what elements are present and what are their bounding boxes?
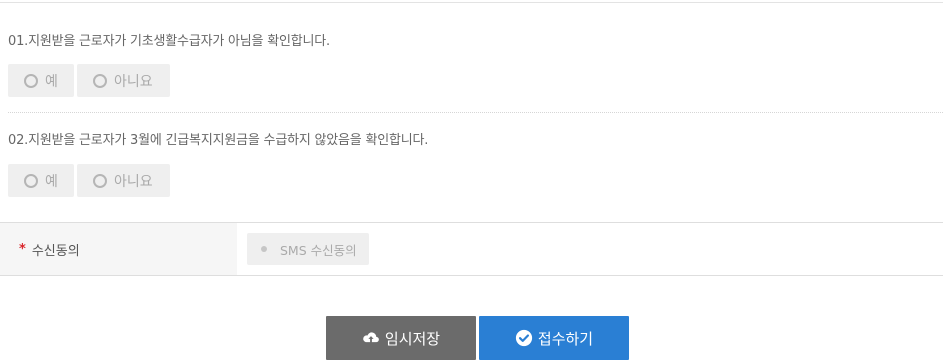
- q2-no-label: 아니요: [114, 173, 153, 190]
- question-2-text: 02.지원받을 근로자가 3월에 긴급복지지원금을 수급하지 않았음을 확인합니…: [8, 133, 429, 148]
- radio-circle-icon: [24, 73, 38, 88]
- q2-yes-label: 예: [45, 173, 58, 190]
- sms-consent-checkbox[interactable]: SMS 수신동의: [247, 233, 369, 265]
- temp-save-label: 임시저장: [384, 329, 441, 348]
- consent-label-cell: * 수신동의: [0, 223, 237, 275]
- question-1-text: 01.지원받을 근로자가 기초생활수급자가 아님을 확인합니다.: [8, 34, 330, 49]
- q1-yes-radio[interactable]: 예: [8, 64, 74, 97]
- cloud-upload-icon: [363, 332, 379, 343]
- submit-label: 접수하기: [537, 329, 594, 348]
- question-divider: [8, 112, 943, 113]
- sms-consent-label: SMS 수신동의: [280, 242, 357, 258]
- q2-no-radio[interactable]: 아니요: [77, 164, 170, 197]
- q1-no-radio[interactable]: 아니요: [77, 64, 170, 97]
- consent-row: * 수신동의 SMS 수신동의: [0, 222, 943, 276]
- radio-circle-icon: [24, 173, 38, 188]
- consent-label: 수신동의: [31, 243, 80, 259]
- top-divider: [0, 2, 943, 3]
- q1-yes-label: 예: [45, 73, 58, 90]
- q1-no-label: 아니요: [114, 73, 153, 90]
- required-mark: *: [19, 241, 26, 257]
- radio-circle-icon: [93, 173, 107, 188]
- temp-save-button[interactable]: 임시저장: [326, 316, 476, 360]
- check-circle-icon: [515, 329, 532, 347]
- submit-button[interactable]: 접수하기: [479, 316, 629, 360]
- q2-yes-radio[interactable]: 예: [8, 164, 74, 197]
- bullet-dot-icon: [261, 246, 267, 252]
- radio-circle-icon: [93, 73, 107, 88]
